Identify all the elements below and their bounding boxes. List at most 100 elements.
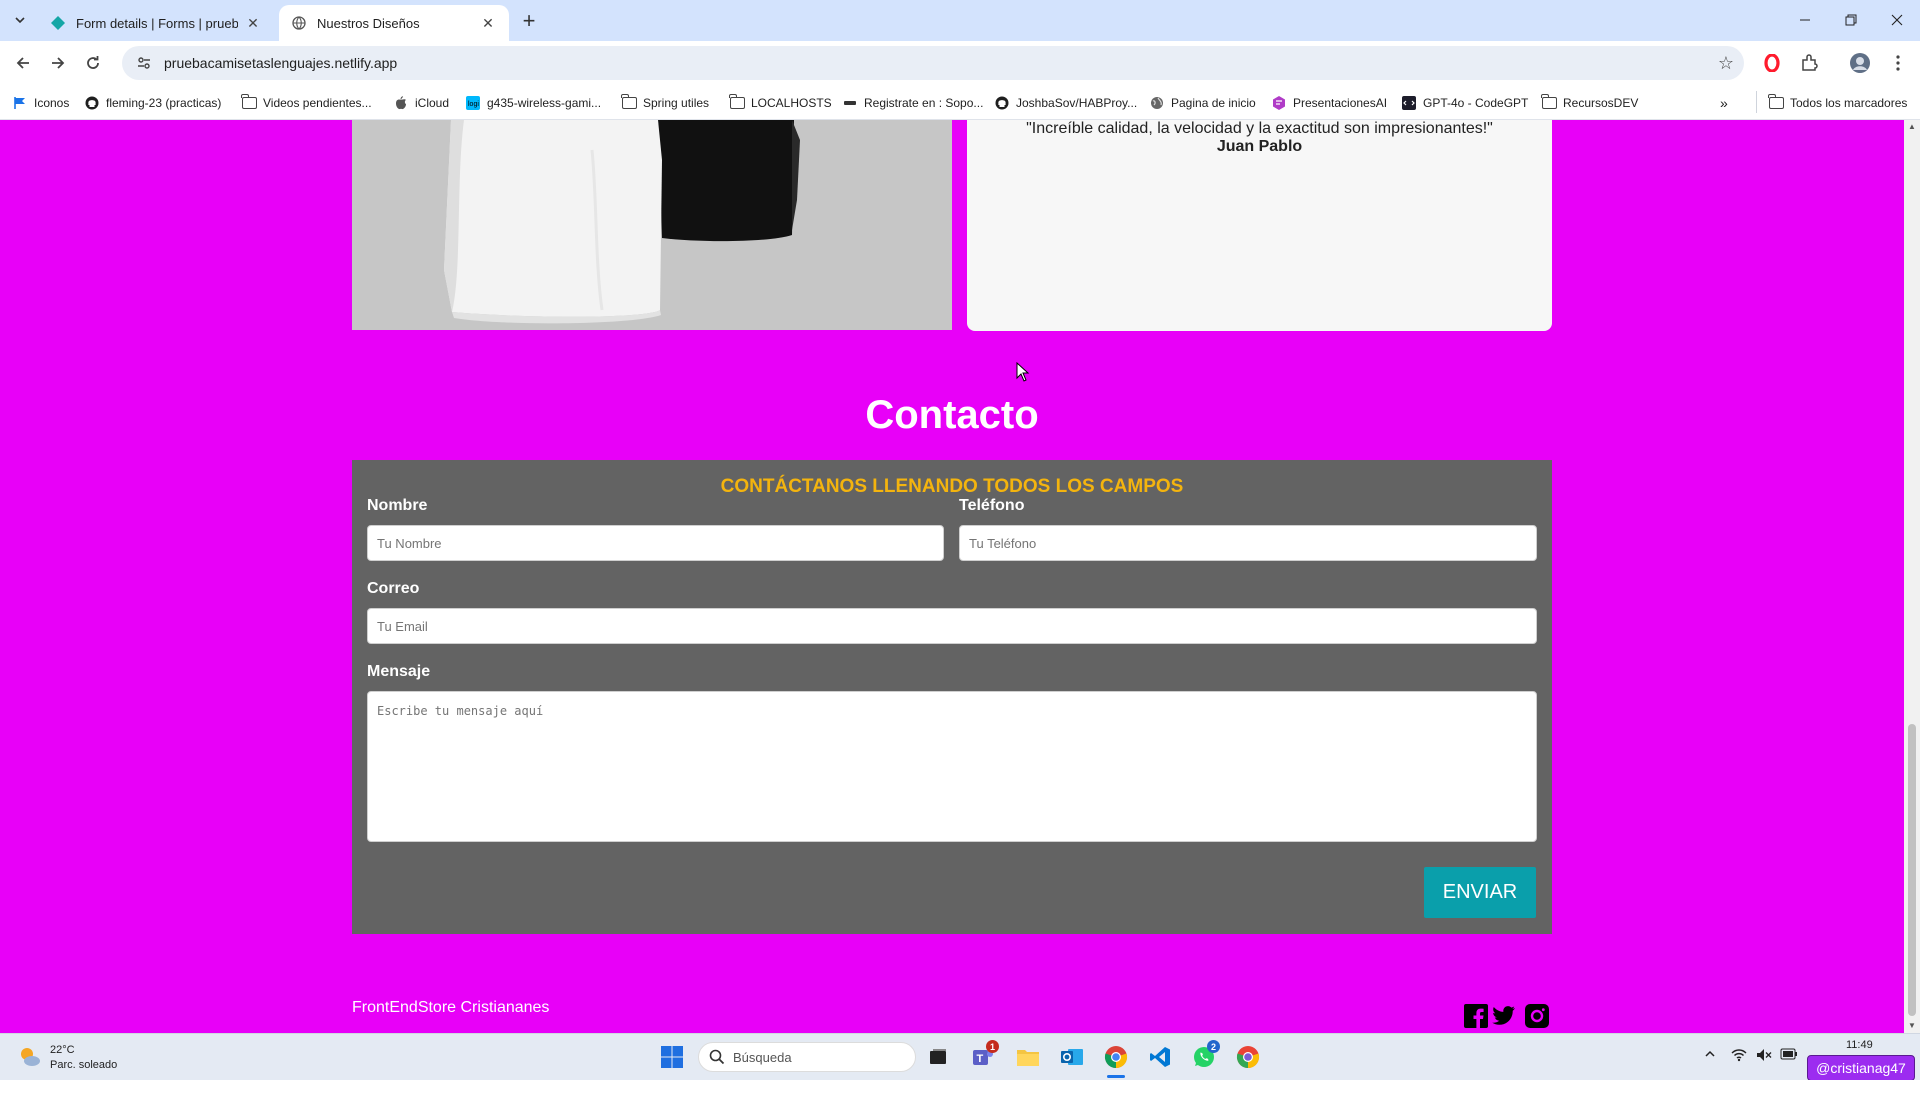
facebook-icon[interactable] xyxy=(1464,1004,1488,1028)
bookmark-label: fleming-23 (practicas) xyxy=(106,96,222,110)
browser-menu-icon[interactable] xyxy=(1887,52,1909,74)
bookmark-spring[interactable]: Spring utiles xyxy=(621,91,709,115)
apple-icon xyxy=(393,95,409,111)
chevron-up-icon xyxy=(1705,1050,1715,1057)
email-label: Correo xyxy=(367,580,420,597)
tab-nuestros-disenos[interactable]: Nuestros Diseños ✕ xyxy=(279,5,509,41)
bookmark-pagina-inicio[interactable]: Pagina de inicio xyxy=(1149,91,1256,115)
show-hidden-icons[interactable] xyxy=(1704,1048,1716,1063)
restore-button[interactable] xyxy=(1828,0,1874,40)
weather-widget[interactable]: 22°C Parc. soleado xyxy=(50,1043,117,1073)
chrome-profile-icon[interactable] xyxy=(1233,1042,1263,1072)
weather-sun-cloud-icon[interactable] xyxy=(18,1045,42,1069)
close-window-button[interactable] xyxy=(1874,0,1920,40)
folder-icon xyxy=(241,94,257,111)
profile-avatar[interactable] xyxy=(1849,52,1871,74)
forward-button[interactable] xyxy=(43,48,73,78)
bookmark-joshbasov[interactable]: JoshbaSov/HABProy... xyxy=(994,91,1137,115)
bookmark-label: Todos los marcadores xyxy=(1790,96,1908,110)
close-tab-icon[interactable]: ✕ xyxy=(479,14,497,32)
chrome-icon[interactable] xyxy=(1101,1042,1131,1078)
form-heading: CONTÁCTANOS LLENANDO TODOS LOS CAMPOS xyxy=(720,476,1184,497)
volume-muted-icon[interactable] xyxy=(1756,1048,1772,1065)
taskbar-search[interactable]: Búsqueda xyxy=(698,1042,916,1072)
bookmark-registrate[interactable]: Registrate en : Sopo... xyxy=(842,91,983,115)
reload-icon xyxy=(87,56,99,69)
svg-text:T: T xyxy=(977,1053,984,1065)
reload-button[interactable] xyxy=(78,48,108,78)
scrollbar-thumb[interactable] xyxy=(1908,724,1916,1016)
tab-strip: Form details | Forms | pruebaca ✕ Nuestr… xyxy=(0,0,1920,41)
whatsapp-icon[interactable]: 2 xyxy=(1189,1040,1220,1072)
tab-form-details[interactable]: Form details | Forms | pruebaca ✕ xyxy=(38,5,274,41)
bookmark-localhosts[interactable]: LOCALHOSTS xyxy=(729,91,832,115)
battery-icon[interactable] xyxy=(1780,1048,1798,1063)
bookmark-presentaciones[interactable]: PresentacionesAI xyxy=(1271,91,1387,115)
bookmark-star-icon[interactable]: ☆ xyxy=(1718,53,1734,74)
bookmark-label: Videos pendientes... xyxy=(263,96,372,110)
bookmark-fleming[interactable]: fleming-23 (practicas) xyxy=(84,91,221,115)
weather-temp: 22°C xyxy=(50,1044,75,1056)
message-textarea[interactable]: Escribe tu mensaje aquí xyxy=(367,691,1537,842)
github-icon xyxy=(994,95,1010,111)
bookmark-label: GPT-4o - CodeGPT xyxy=(1423,96,1529,110)
bookmark-videos[interactable]: Videos pendientes... xyxy=(241,91,372,115)
close-tab-icon[interactable]: ✕ xyxy=(244,14,262,32)
new-tab-button[interactable]: + xyxy=(516,8,542,33)
mouse-cursor-icon xyxy=(1016,362,1030,382)
scroll-down-icon[interactable]: ▼ xyxy=(1904,1019,1920,1033)
bookmark-icloud[interactable]: iCloud xyxy=(393,91,449,115)
bookmark-codegpt[interactable]: GPT-4o - CodeGPT xyxy=(1401,91,1528,115)
bookmark-label: RecursosDEV xyxy=(1563,96,1639,110)
globe-icon xyxy=(1149,95,1165,111)
presentations-icon xyxy=(1271,95,1287,111)
scroll-up-icon[interactable]: ▲ xyxy=(1904,120,1920,134)
more-bookmarks-button[interactable]: » xyxy=(1720,91,1728,115)
arrow-right-icon xyxy=(52,57,65,69)
active-app-indicator xyxy=(1107,1075,1125,1078)
all-bookmarks-button[interactable]: Todos los marcadores xyxy=(1768,91,1907,115)
weather-desc: Parc. soleado xyxy=(50,1059,118,1071)
email-input[interactable]: Tu Email xyxy=(367,608,1537,644)
opera-icon[interactable] xyxy=(1761,52,1783,74)
instagram-icon[interactable] xyxy=(1525,1004,1549,1028)
wifi-icon[interactable] xyxy=(1731,1048,1747,1065)
back-button[interactable] xyxy=(8,48,38,78)
outlook-icon[interactable] xyxy=(1057,1042,1087,1072)
phone-input[interactable]: Tu Teléfono xyxy=(959,525,1537,561)
svg-text:logi: logi xyxy=(468,101,479,108)
minimize-button[interactable] xyxy=(1782,0,1828,40)
bookmark-iconos[interactable]: Iconos xyxy=(12,91,69,115)
bookmark-label: LOCALHOSTS xyxy=(751,96,832,110)
close-icon xyxy=(1891,14,1903,26)
user-handle-badge: @cristianag47 xyxy=(1807,1055,1915,1081)
teams-icon[interactable]: T 1 xyxy=(968,1040,999,1072)
twitter-icon[interactable] xyxy=(1492,1004,1516,1028)
bookmark-g435[interactable]: logi g435-wireless-gami... xyxy=(465,91,601,115)
address-bar[interactable]: pruebacamisetaslenguajes.netlify.app ☆ xyxy=(122,46,1744,80)
send-button[interactable]: ENVIAR xyxy=(1424,867,1536,918)
tshirts-product-image xyxy=(352,120,952,330)
logitech-icon: logi xyxy=(465,95,481,111)
start-button[interactable] xyxy=(657,1042,687,1072)
testimonial-quote: "Increíble calidad, la velocidad y la ex… xyxy=(1026,120,1493,137)
name-input[interactable]: Tu Nombre xyxy=(367,525,944,561)
sopo-icon xyxy=(842,95,858,111)
file-explorer-icon[interactable] xyxy=(1013,1042,1043,1072)
extensions-icon[interactable] xyxy=(1798,52,1820,74)
bookmark-recursosdev[interactable]: RecursosDEV xyxy=(1541,91,1638,115)
vscode-icon[interactable] xyxy=(1145,1042,1175,1072)
task-view-icon[interactable] xyxy=(923,1042,953,1072)
tab-search-button[interactable] xyxy=(6,8,34,32)
tab-title: Form details | Forms | pruebaca xyxy=(76,15,238,31)
message-label: Mensaje xyxy=(367,663,431,680)
site-settings-icon[interactable] xyxy=(134,53,154,73)
globe-icon xyxy=(291,15,307,31)
folder-icon xyxy=(1541,94,1557,111)
page-scrollbar[interactable]: ▲ ▼ xyxy=(1904,120,1920,1033)
footer-brand: FrontEndStore Cristiananes xyxy=(352,999,550,1016)
chevron-down-icon xyxy=(15,17,25,24)
clock-time[interactable]: 11:49 xyxy=(1846,1039,1873,1051)
bookmark-label: iCloud xyxy=(415,96,450,110)
folder-icon xyxy=(729,94,745,111)
